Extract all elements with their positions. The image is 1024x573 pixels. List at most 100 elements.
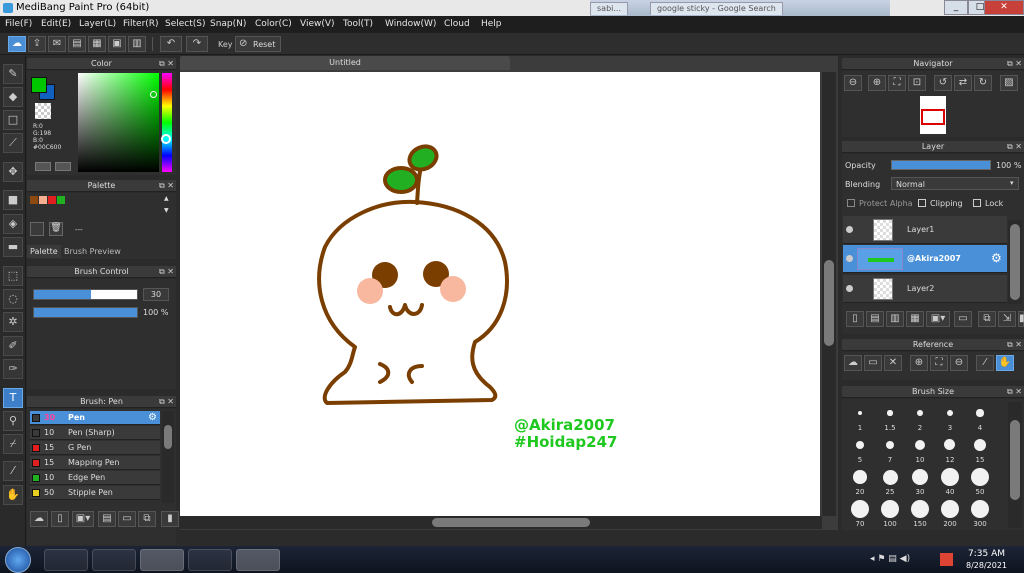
tab-brush-preview[interactable]: Brush Preview (61, 245, 124, 258)
open-reference-icon[interactable]: ▭ (864, 355, 882, 371)
folder-icon[interactable]: ▭ (118, 511, 136, 527)
brush-size-cell[interactable]: 4 (965, 401, 995, 433)
paint-app-icon[interactable] (188, 549, 232, 571)
eye-icon[interactable] (846, 226, 853, 233)
palette-color-1[interactable] (30, 196, 38, 204)
brush-opacity-slider[interactable] (33, 307, 138, 318)
brush-size-cell[interactable]: 7 (875, 433, 905, 465)
primary-color-swatch[interactable] (31, 77, 47, 93)
palette-add-icon[interactable] (30, 222, 44, 236)
palette-color-4[interactable] (57, 196, 65, 204)
panel-close-icon[interactable]: ⧉ ✕ (159, 58, 174, 69)
gear-icon[interactable]: ⚙ (148, 412, 157, 423)
brush-size-cell[interactable]: 10 (905, 433, 935, 465)
zoom-out-icon[interactable]: ⊖ (844, 75, 862, 91)
antivirus-tray-icon[interactable] (940, 553, 953, 566)
brush-item[interactable]: 15 Mapping Pen (30, 456, 160, 470)
layers-icon[interactable]: ▣ (108, 36, 126, 52)
layer-opacity-slider[interactable] (891, 160, 991, 170)
flip-icon[interactable]: ⇄ (954, 75, 972, 91)
chat-icon[interactable]: ✉ (48, 36, 66, 52)
pen-tool-icon[interactable]: ⟋ (3, 133, 23, 153)
ref-fit-icon[interactable]: ⛶ (930, 355, 948, 371)
menu-file[interactable]: File(F) (5, 19, 32, 29)
menu-color[interactable]: Color(C) (255, 19, 292, 29)
panel-close-icon[interactable]: ⧉ ✕ (1007, 386, 1022, 397)
brush-size-cell[interactable]: 300 (965, 497, 995, 529)
brush-size-cell[interactable]: 1 (845, 401, 875, 433)
duplicate-icon[interactable]: ⧉ (138, 511, 156, 527)
color-tool-button-1[interactable] (35, 162, 51, 171)
reset-button[interactable]: ⊘ Reset (235, 36, 281, 52)
close-reference-icon[interactable]: ✕ (884, 355, 902, 371)
scroll-thumb[interactable] (824, 260, 834, 346)
new-layer-icon[interactable]: ▯ (846, 311, 864, 327)
duplicate-layer-icon[interactable]: ⧉ (978, 311, 996, 327)
delete-icon[interactable]: ▮ (161, 511, 179, 527)
hand-tool-icon[interactable]: ✋ (3, 485, 23, 505)
menu-cloud[interactable]: Cloud (444, 19, 470, 29)
ref-hand-icon[interactable]: ✋ (996, 355, 1014, 371)
close-button[interactable]: ✕ (984, 0, 1024, 15)
brush-item[interactable]: 10 Edge Pen (30, 471, 160, 485)
brush-size-cell[interactable]: 3 (935, 401, 965, 433)
merge-layer-icon[interactable]: ⇲ (998, 311, 1016, 327)
brush-item[interactable]: 10 Pen (Sharp) (30, 426, 160, 440)
color-tool-button-2[interactable] (55, 162, 71, 171)
new-1bit-layer-icon[interactable]: ▦ (906, 311, 924, 327)
brush-size-cell[interactable]: 100 (875, 497, 905, 529)
panel-close-icon[interactable]: ⧉ ✕ (159, 266, 174, 277)
new-brush-icon[interactable]: ▯ (51, 511, 69, 527)
scroll-thumb[interactable] (1010, 420, 1020, 500)
eye-icon[interactable] (846, 255, 853, 262)
grid-icon[interactable]: ▥ (128, 36, 146, 52)
ref-zoom-out-icon[interactable]: ⊖ (950, 355, 968, 371)
gear-icon[interactable]: ⚙ (991, 251, 1002, 265)
blending-select[interactable]: Normal ▾ (891, 177, 1019, 190)
select-pen-icon[interactable]: ✐ (3, 336, 23, 356)
brush-size-cell[interactable]: 40 (935, 465, 965, 497)
media-player-icon[interactable] (44, 549, 88, 571)
protect-alpha-checkbox[interactable] (847, 199, 855, 207)
tray-icons[interactable]: ◂ ⚑ ▤ ◀) (870, 554, 910, 564)
brush-size-cell[interactable]: 200 (935, 497, 965, 529)
divide-tool-icon[interactable]: ⌿ (3, 434, 23, 454)
medibang-taskbar-icon[interactable] (236, 549, 280, 571)
add-layer-menu-icon[interactable]: ▣▾ (926, 311, 950, 327)
bucket-tool-icon[interactable]: ◈ (3, 214, 23, 234)
start-button[interactable] (5, 547, 31, 573)
file-explorer-icon[interactable] (92, 549, 136, 571)
brush-size-scrollbar[interactable] (1008, 402, 1022, 528)
panel-close-icon[interactable]: ⧉ ✕ (1007, 339, 1022, 350)
fit-icon[interactable]: ⛶ (888, 75, 906, 91)
scroll-thumb[interactable] (164, 425, 172, 449)
browser-tab-2[interactable]: google sticky - Google Search (650, 2, 783, 15)
reset-view-icon[interactable]: ▨ (1000, 75, 1018, 91)
cloud-brush-icon[interactable]: ☁ (30, 511, 48, 527)
scroll-thumb[interactable] (432, 518, 590, 527)
new-8bit-layer-icon[interactable]: ▥ (886, 311, 904, 327)
brush-size-cell[interactable]: 2 (905, 401, 935, 433)
add-brush-icon[interactable]: ▣▾ (72, 511, 94, 527)
clock-date[interactable]: 8/28/2021 (966, 561, 1007, 570)
panel-close-icon[interactable]: ⧉ ✕ (1007, 58, 1022, 69)
document-icon[interactable]: ▦ (88, 36, 106, 52)
drawing-canvas[interactable]: @Akira2007 #Hoidap247 (180, 72, 820, 516)
brush-size-cell[interactable]: 25 (875, 465, 905, 497)
rect-tool-icon[interactable]: □ (3, 110, 23, 130)
select-eraser-icon[interactable]: ✑ (3, 359, 23, 379)
brush-tool-icon[interactable]: ✎ (3, 64, 23, 84)
brush-size-cell[interactable]: 15 (965, 433, 995, 465)
lock-checkbox[interactable] (973, 199, 981, 207)
menu-help[interactable]: Help (481, 19, 502, 29)
gradient-tool-icon[interactable]: ▬ (3, 237, 23, 257)
undo-icon[interactable]: ↶ (160, 36, 182, 52)
brush-size-cell[interactable]: 12 (935, 433, 965, 465)
menu-filter[interactable]: Filter(R) (123, 19, 159, 29)
eyedropper-icon[interactable]: ⁄ (3, 461, 23, 481)
canvas-vertical-scrollbar[interactable] (822, 72, 836, 516)
brush-size-cell[interactable]: 70 (845, 497, 875, 529)
layer-item[interactable]: Layer2 (843, 275, 1007, 303)
brush-item[interactable]: 50 Stipple Pen (30, 486, 160, 500)
eraser-tool-icon[interactable]: ◆ (3, 87, 23, 107)
